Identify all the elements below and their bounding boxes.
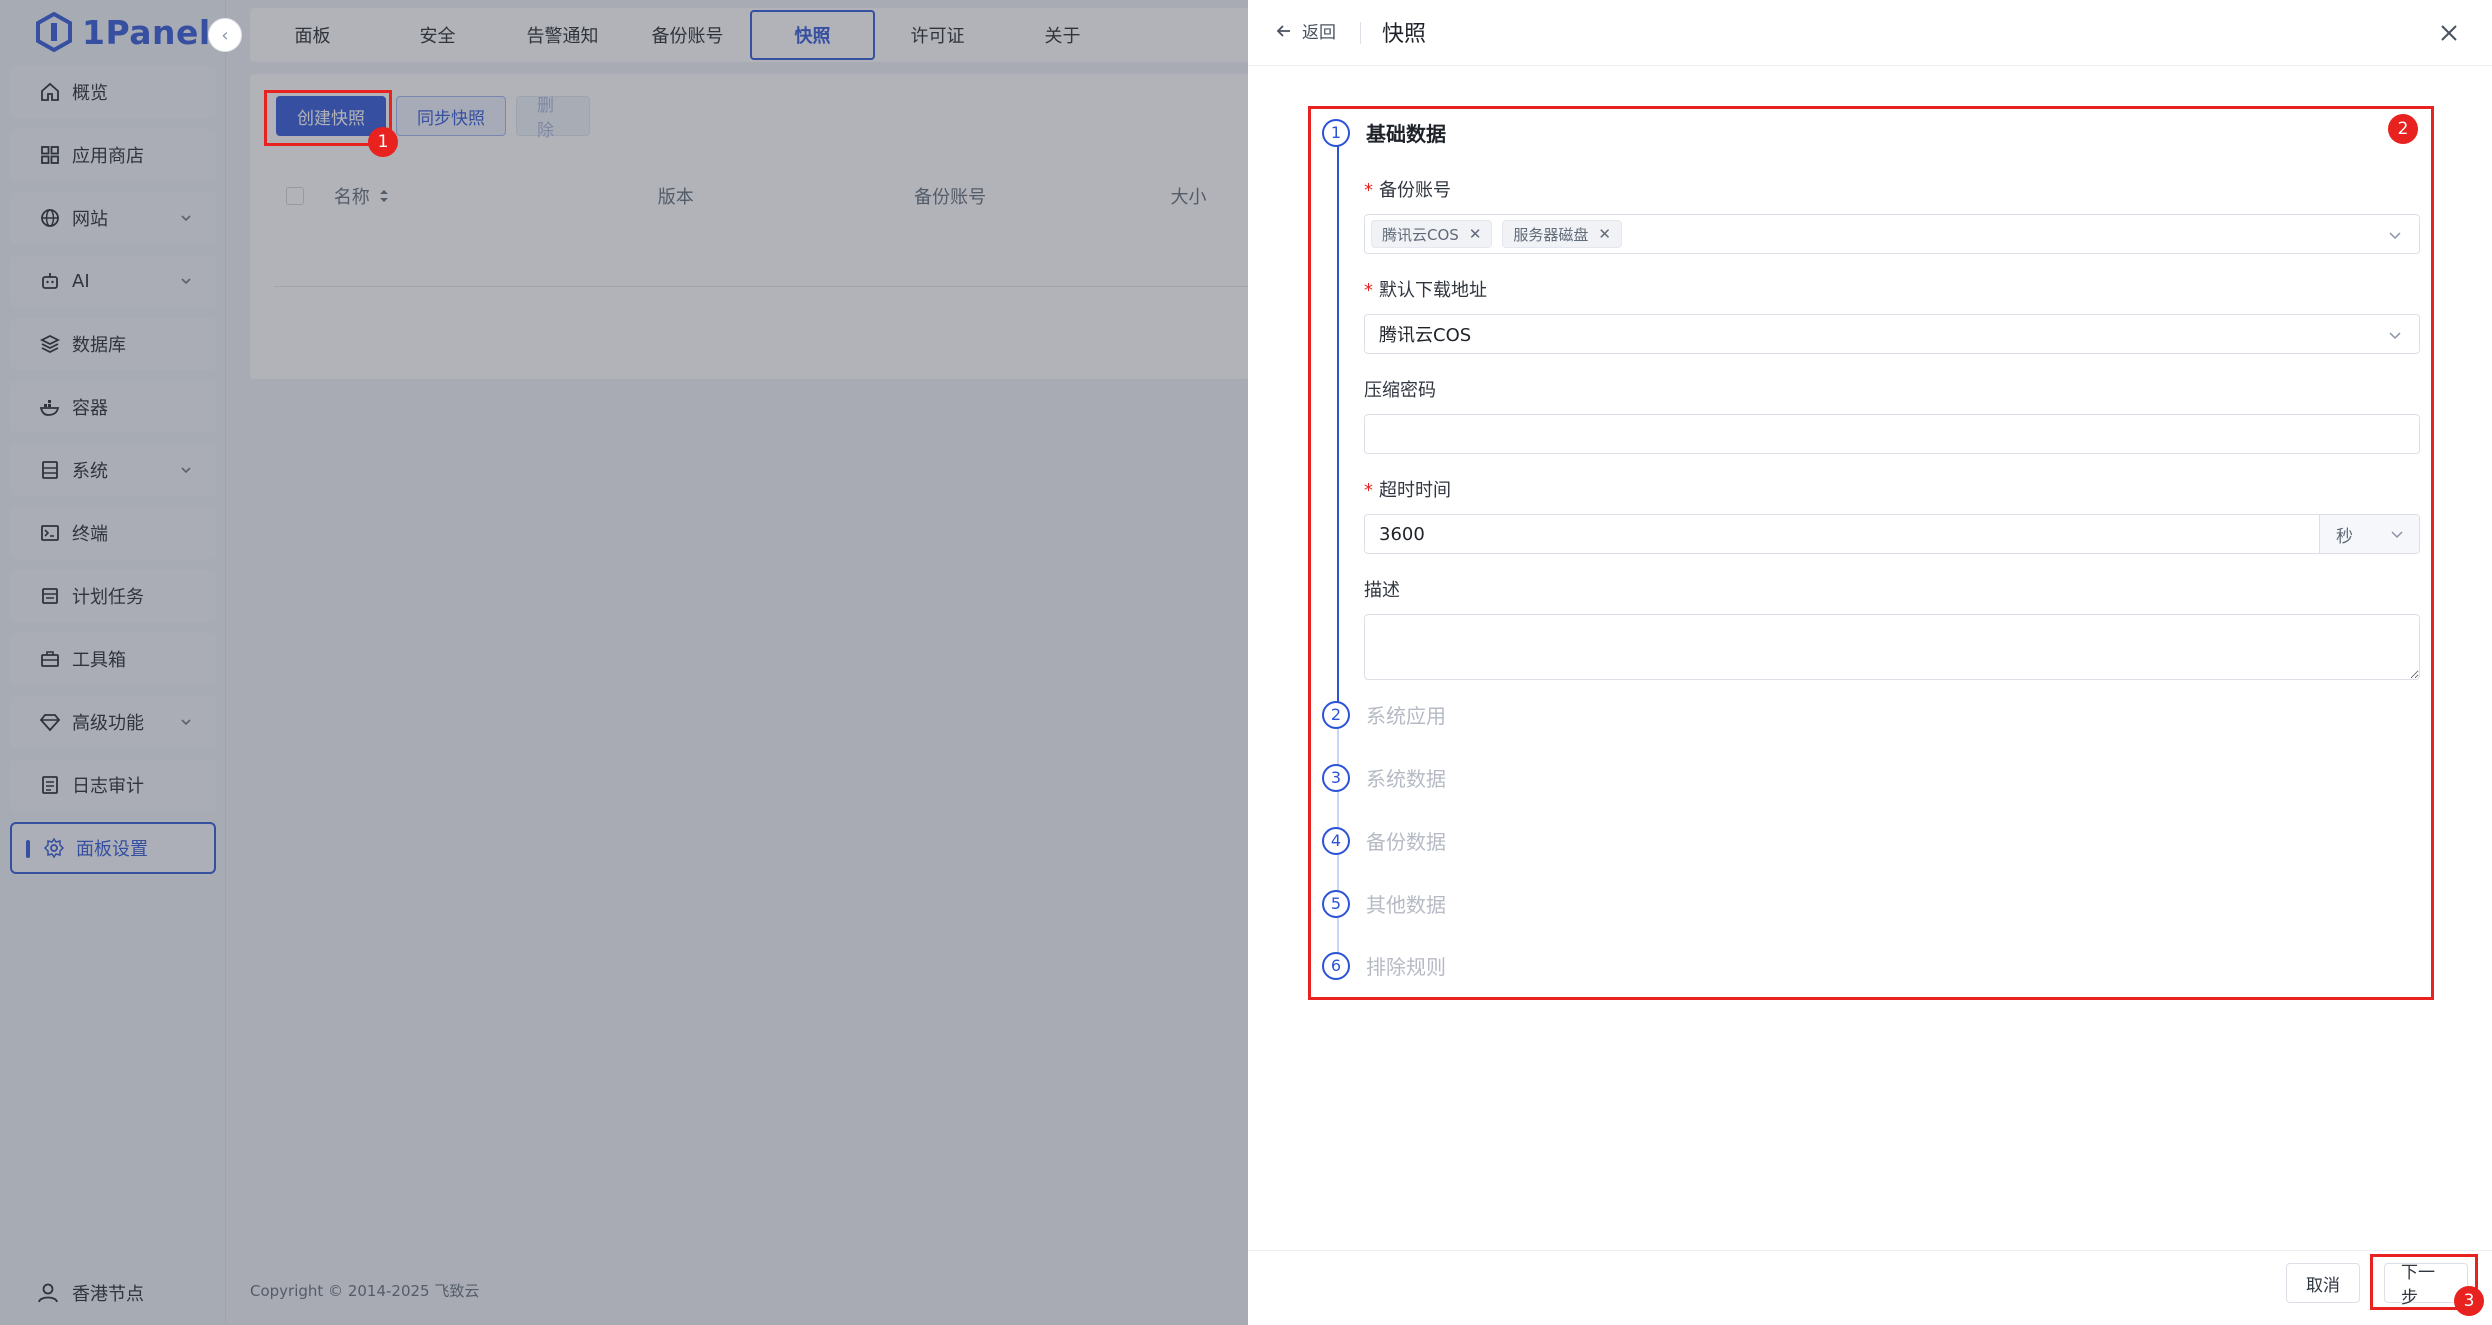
collapse-sidebar-button[interactable]: ‹ xyxy=(208,18,242,52)
arrow-left-icon xyxy=(1276,24,1290,37)
modal-overlay[interactable] xyxy=(0,0,1248,1325)
step-badge-3: 3 xyxy=(2454,1286,2484,1316)
step-badge-2: 2 xyxy=(2388,114,2418,144)
close-icon[interactable] xyxy=(2436,20,2462,46)
step-badge-1: 1 xyxy=(368,127,398,157)
drawer-title: 快照 xyxy=(1382,22,1427,47)
highlight-steps-form xyxy=(1308,106,2434,1000)
snapshot-drawer: 返回 快照 1 基础数据 * 备份账号 腾讯云COS ✕ 服务器磁盘 ✕ * 默认下载地… xyxy=(1248,0,2492,1325)
back-button[interactable]: 返回 xyxy=(1274,18,1336,43)
header-divider xyxy=(1360,22,1361,44)
cancel-button[interactable]: 取消 xyxy=(2286,1263,2360,1303)
drawer-header: 返回 快照 xyxy=(1248,0,2492,66)
drawer-footer: 取消 下一步 xyxy=(1248,1250,2492,1325)
